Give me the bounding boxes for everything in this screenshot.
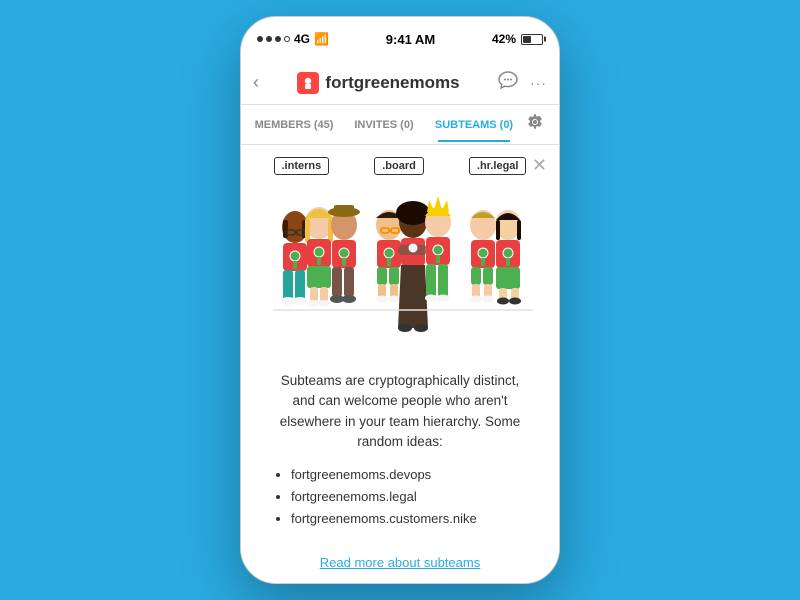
tabs-bar: MEMBERS (45) INVITES (0) SUBTEAMS (0) (241, 105, 559, 145)
read-more-area: Read more about subteams (241, 554, 559, 584)
battery-pct: 42% (492, 32, 516, 46)
main-content: ✕ .interns .board .hr.legal (241, 145, 559, 584)
network-label: 4G (294, 32, 310, 46)
example-3: fortgreenemoms.customers.nike (291, 508, 529, 530)
read-more-link[interactable]: Read more about subteams (320, 555, 480, 570)
status-bar: 4G 📶 9:41 AM 42% (241, 17, 559, 61)
tab-invites[interactable]: INVITES (0) (339, 109, 429, 141)
clock: 9:41 AM (386, 32, 435, 47)
label-hr-legal: .hr.legal (469, 157, 527, 175)
description-area: Subteams are cryptographically distinct,… (241, 355, 559, 554)
dot-3 (275, 36, 281, 42)
phone-frame: 4G 📶 9:41 AM 42% ‹ fortgreenemoms (240, 16, 560, 584)
tab-subteams[interactable]: SUBTEAMS (0) (429, 109, 519, 141)
status-right: 42% (492, 32, 543, 46)
example-2: fortgreenemoms.legal (291, 486, 529, 508)
illustration-area: .interns .board .hr.legal (241, 145, 559, 355)
status-left: 4G 📶 (257, 32, 329, 46)
example-1: fortgreenemoms.devops (291, 464, 529, 486)
dot-2 (266, 36, 272, 42)
nav-actions: ··· (498, 71, 547, 94)
chat-icon[interactable] (498, 71, 518, 94)
examples-list: fortgreenemoms.devops fortgreenemoms.leg… (271, 464, 529, 530)
label-board: .board (374, 157, 424, 175)
label-interns: .interns (274, 157, 330, 175)
nav-bar: ‹ fortgreenemoms ··· (241, 61, 559, 105)
popup-overlay: ✕ .interns .board .hr.legal (241, 145, 559, 584)
settings-icon[interactable] (519, 106, 551, 143)
dot-4 (284, 36, 290, 42)
signal-dots (257, 36, 290, 42)
wifi-icon: 📶 (314, 32, 329, 46)
people-illustration (241, 165, 559, 355)
close-button[interactable]: ✕ (532, 155, 547, 176)
dot-1 (257, 36, 263, 42)
back-button[interactable]: ‹ (253, 72, 259, 93)
battery-fill (523, 36, 531, 43)
subteam-labels: .interns .board .hr.legal (241, 157, 559, 175)
battery-icon (521, 34, 543, 45)
more-icon[interactable]: ··· (530, 75, 547, 91)
tab-members[interactable]: MEMBERS (45) (249, 109, 339, 141)
keybase-icon (297, 72, 319, 94)
nav-title: fortgreenemoms (297, 72, 459, 94)
description-text: Subteams are cryptographically distinct,… (271, 371, 529, 452)
page-title: fortgreenemoms (325, 73, 459, 93)
